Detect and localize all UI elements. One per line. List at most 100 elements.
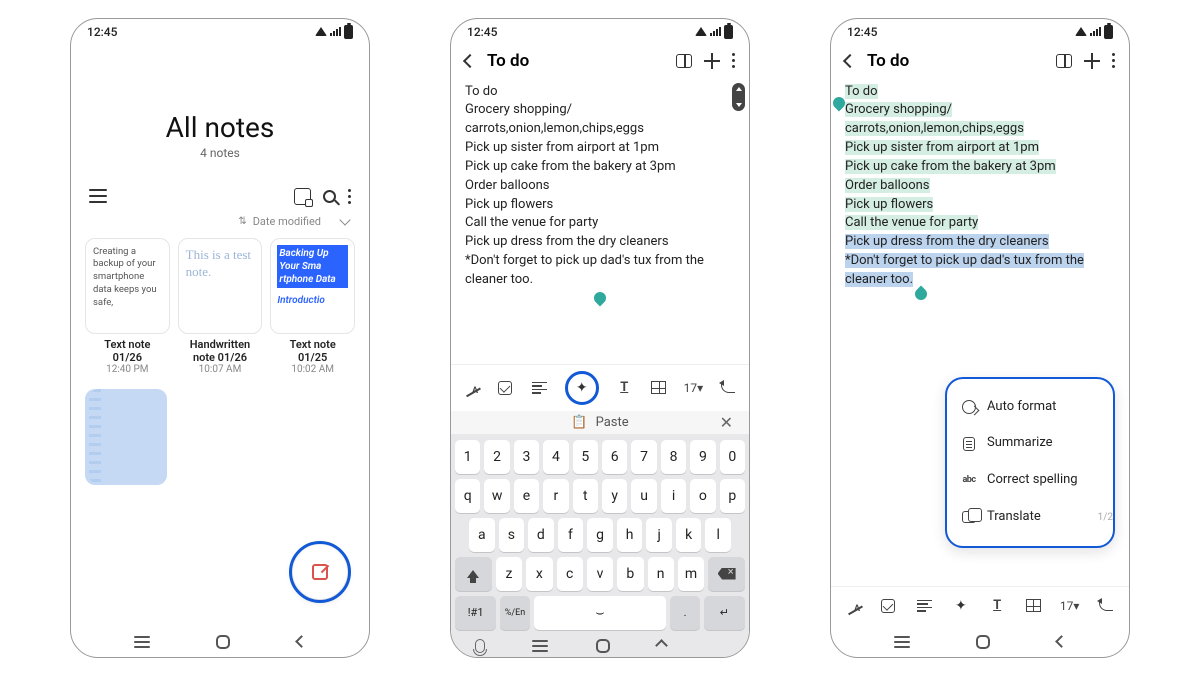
table-icon[interactable] — [651, 381, 666, 394]
key-8[interactable]: 8 — [661, 440, 686, 474]
space-key[interactable]: ⌣ — [534, 596, 667, 630]
key-q[interactable]: q — [455, 479, 480, 513]
key-d[interactable]: d — [528, 518, 554, 552]
checkbox-icon[interactable] — [498, 381, 512, 395]
undo-icon[interactable] — [1099, 601, 1113, 611]
paste-label[interactable]: Paste — [596, 415, 629, 430]
menu-icon[interactable] — [89, 195, 107, 197]
table-icon[interactable] — [1026, 599, 1041, 612]
nav-home[interactable] — [596, 639, 610, 653]
note-body[interactable]: To do Grocery shopping/ carrots,onion,le… — [451, 77, 749, 364]
cursor-handle[interactable] — [592, 289, 609, 306]
key-z[interactable]: z — [496, 557, 522, 591]
key-s[interactable]: s — [499, 518, 525, 552]
key-5[interactable]: 5 — [573, 440, 598, 474]
more-icon[interactable] — [732, 53, 735, 68]
backspace-key[interactable] — [708, 557, 745, 591]
period-key[interactable]: . — [670, 596, 699, 630]
undo-icon[interactable] — [721, 383, 735, 393]
key-f[interactable]: f — [558, 518, 584, 552]
key-o[interactable]: o — [690, 479, 715, 513]
selection-end-handle[interactable] — [913, 285, 930, 302]
sort-direction-icon[interactable] — [339, 214, 350, 225]
key-y[interactable]: y — [602, 479, 627, 513]
key-a[interactable]: a — [469, 518, 495, 552]
key-k[interactable]: k — [676, 518, 702, 552]
nav-home[interactable] — [216, 635, 230, 649]
key-t[interactable]: t — [573, 479, 598, 513]
font-size-picker[interactable]: 17▾ — [684, 379, 702, 397]
nav-back[interactable] — [655, 639, 668, 652]
more-icon[interactable] — [1112, 53, 1115, 68]
key-j[interactable]: j — [646, 518, 672, 552]
key-i[interactable]: i — [661, 479, 686, 513]
new-note-fab[interactable] — [293, 545, 347, 599]
handwriting-icon[interactable] — [463, 380, 479, 396]
font-size-picker[interactable]: 17▾ — [1061, 597, 1079, 615]
folder-card[interactable] — [85, 389, 167, 485]
pdf-export-icon[interactable] — [294, 188, 311, 205]
reader-mode-icon[interactable] — [1056, 54, 1072, 68]
mic-icon[interactable] — [475, 639, 485, 653]
key-6[interactable]: 6 — [602, 440, 627, 474]
ai-correct-spelling[interactable]: abc Correct spelling — [949, 462, 1111, 499]
nav-recents[interactable] — [894, 641, 910, 643]
ai-translate[interactable]: Translate — [949, 499, 1111, 536]
nav-recents[interactable] — [134, 641, 150, 643]
close-icon[interactable]: ✕ — [720, 413, 733, 432]
key-c[interactable]: c — [557, 557, 583, 591]
key-h[interactable]: h — [617, 518, 643, 552]
nav-home[interactable] — [976, 635, 990, 649]
lang-key[interactable]: %/En — [500, 596, 529, 630]
symbols-key[interactable]: !#1 — [455, 596, 496, 630]
sort-row[interactable]: ⇅ Date modified — [71, 211, 369, 238]
key-2[interactable]: 2 — [484, 440, 509, 474]
back-button[interactable] — [463, 53, 477, 67]
handwriting-icon[interactable] — [845, 598, 861, 614]
key-r[interactable]: r — [543, 479, 568, 513]
text-style-icon[interactable] — [917, 600, 932, 612]
text-format-icon[interactable] — [615, 379, 633, 397]
key-l[interactable]: l — [705, 518, 731, 552]
text-format-icon[interactable] — [988, 597, 1006, 615]
key-v[interactable]: v — [587, 557, 613, 591]
note-card[interactable]: Backing Up Your Sma rtphone Data Introdu… — [270, 238, 355, 375]
text-style-icon[interactable] — [532, 382, 547, 394]
nav-back[interactable] — [295, 635, 308, 648]
nav-recents[interactable] — [532, 645, 548, 647]
key-g[interactable]: g — [587, 518, 613, 552]
note-card[interactable]: Creating a backup of your smartphone dat… — [85, 238, 170, 375]
shift-key[interactable] — [455, 557, 492, 591]
enter-key[interactable]: ↵ — [704, 596, 745, 630]
key-1[interactable]: 1 — [455, 440, 480, 474]
note-title: To do — [487, 51, 664, 71]
checkbox-icon[interactable] — [881, 599, 895, 613]
key-e[interactable]: e — [514, 479, 539, 513]
key-4[interactable]: 4 — [543, 440, 568, 474]
key-0[interactable]: 0 — [720, 440, 745, 474]
nav-back[interactable] — [1055, 635, 1068, 648]
key-p[interactable]: p — [720, 479, 745, 513]
key-3[interactable]: 3 — [514, 440, 539, 474]
ai-summarize[interactable]: Summarize — [949, 425, 1111, 462]
add-icon[interactable] — [1084, 53, 1100, 69]
ai-auto-format[interactable]: Auto format — [949, 389, 1111, 426]
key-u[interactable]: u — [631, 479, 656, 513]
ai-assist-button[interactable]: ✦ — [565, 371, 599, 405]
note-card[interactable]: This is a test note. Handwritten note 01… — [178, 238, 263, 375]
key-b[interactable]: b — [617, 557, 643, 591]
reader-mode-icon[interactable] — [676, 54, 692, 68]
scroll-handle[interactable] — [732, 83, 745, 111]
key-9[interactable]: 9 — [690, 440, 715, 474]
key-n[interactable]: n — [648, 557, 674, 591]
key-x[interactable]: x — [526, 557, 552, 591]
more-icon[interactable] — [348, 189, 351, 204]
search-icon[interactable] — [323, 190, 336, 203]
back-button[interactable] — [843, 53, 857, 67]
ai-assist-button[interactable]: ✦ — [952, 597, 970, 615]
key-7[interactable]: 7 — [631, 440, 656, 474]
key-w[interactable]: w — [484, 479, 509, 513]
add-icon[interactable] — [704, 53, 720, 69]
note-body-selected[interactable]: To do Grocery shopping/ carrots,onion,le… — [831, 77, 1129, 586]
key-m[interactable]: m — [678, 557, 704, 591]
